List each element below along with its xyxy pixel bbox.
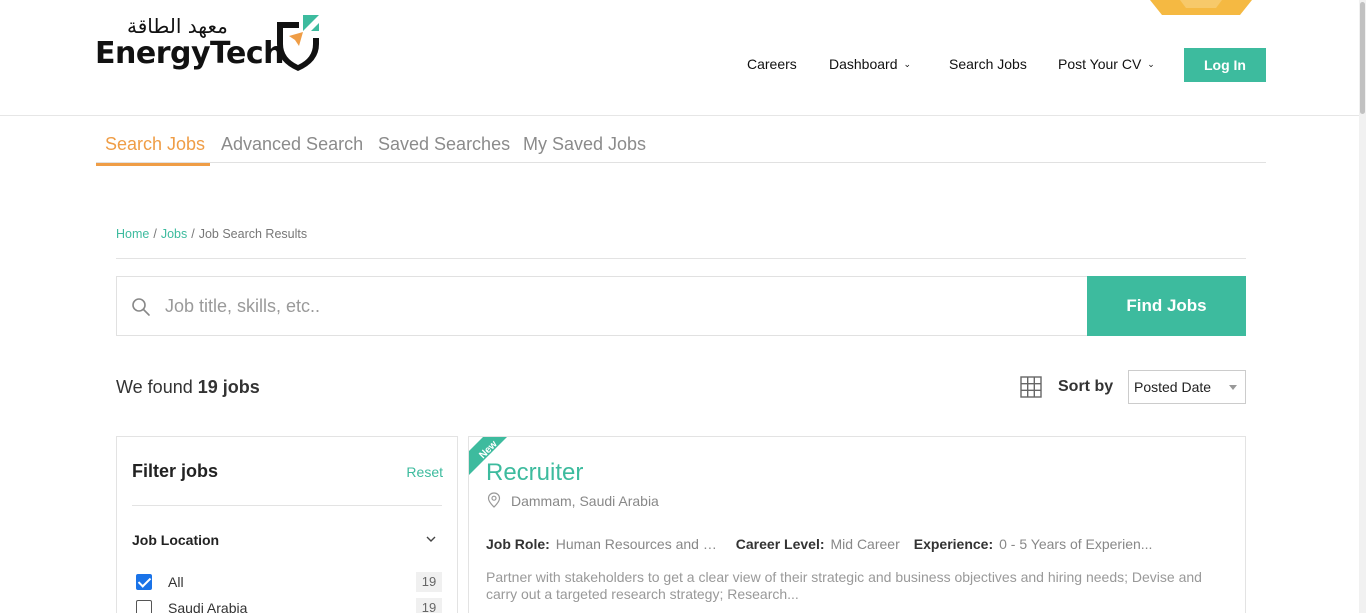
- job-location: Dammam, Saudi Arabia: [511, 493, 659, 509]
- chevron-down-icon: ⌄: [1147, 59, 1155, 69]
- job-card: New Recruiter Dammam, Saudi Arabia Job R…: [468, 436, 1246, 613]
- brand-english-name: EnergyTech: [95, 36, 285, 71]
- tab-saved-searches[interactable]: Saved Searches: [369, 128, 519, 166]
- breadcrumb: Home / Jobs / Job Search Results: [116, 227, 307, 241]
- nav-search-jobs-label: Search Jobs: [949, 56, 1027, 72]
- results-count-value: 19 jobs: [197, 377, 260, 397]
- divider: [116, 258, 1246, 259]
- tab-search-jobs[interactable]: Search Jobs: [96, 128, 210, 166]
- career-level-value: Mid Career: [830, 536, 900, 552]
- filter-option-all[interactable]: All 19: [136, 572, 442, 592]
- sort-selected-value: Posted Date: [1134, 379, 1212, 395]
- chevron-down-icon: ⌄: [903, 59, 912, 69]
- breadcrumb-separator: /: [153, 227, 157, 241]
- breadcrumb-home[interactable]: Home: [116, 227, 149, 241]
- promo-tab-icon[interactable]: [1150, 0, 1252, 15]
- job-description: Partner with stakeholders to get a clear…: [486, 569, 1202, 602]
- results-prefix: We found: [116, 377, 193, 397]
- filter-reset-link[interactable]: Reset: [406, 464, 443, 480]
- scrollbar-thumb[interactable]: [1360, 2, 1365, 114]
- career-level-label: Career Level:: [735, 536, 825, 552]
- shield-logo-icon: [277, 15, 319, 71]
- filter-panel: Filter jobs Reset Job Location All 19 Sa…: [116, 436, 458, 613]
- search-input[interactable]: [165, 277, 1065, 335]
- nav-post-cv-label: Post Your CV: [1058, 56, 1142, 72]
- breadcrumb-current: Job Search Results: [198, 227, 308, 241]
- checkbox-saudi-arabia[interactable]: [136, 600, 152, 613]
- filter-section-title[interactable]: Job Location: [132, 532, 219, 548]
- page-scrollbar[interactable]: [1359, 0, 1366, 613]
- find-jobs-button[interactable]: Find Jobs: [1087, 276, 1246, 336]
- nav-search-jobs[interactable]: Search Jobs: [949, 48, 1027, 82]
- experience-value: 0 - 5 Years of Experien...: [999, 536, 1153, 552]
- job-title-link[interactable]: Recruiter: [486, 459, 583, 487]
- search-box: [116, 276, 1088, 336]
- filter-option-label: Saudi Arabia: [168, 600, 248, 613]
- site-header: معهد الطاقة EnergyTech Careers Dashboard…: [0, 0, 1366, 116]
- nav-dashboard[interactable]: Dashboard ⌄: [829, 48, 911, 82]
- chevron-down-icon[interactable]: [425, 533, 437, 545]
- nav-post-cv[interactable]: Post Your CV ⌄: [1058, 48, 1155, 82]
- results-count: We found 19 jobs: [116, 377, 260, 398]
- search-icon: [132, 298, 150, 316]
- location-pin-icon: [487, 492, 501, 508]
- nav-careers[interactable]: Careers: [747, 48, 797, 82]
- tab-my-saved-jobs[interactable]: My Saved Jobs: [514, 128, 655, 166]
- search-tabs: Search Jobs Advanced Search Saved Search…: [96, 128, 1266, 166]
- divider: [132, 505, 442, 506]
- job-role-value: Human Resources and R...: [555, 536, 722, 552]
- breadcrumb-separator: /: [191, 227, 195, 241]
- checkbox-all[interactable]: [136, 574, 152, 590]
- grid-view-icon[interactable]: [1020, 376, 1042, 398]
- brand-arabic-name: معهد الطاقة: [127, 14, 228, 38]
- nav-careers-label: Careers: [747, 56, 797, 72]
- sort-select[interactable]: Posted Date: [1128, 370, 1246, 404]
- breadcrumb-jobs[interactable]: Jobs: [161, 227, 187, 241]
- brand-logo[interactable]: معهد الطاقة EnergyTech: [95, 14, 325, 74]
- filter-option-saudi-arabia[interactable]: Saudi Arabia 19: [136, 598, 442, 613]
- nav-dashboard-label: Dashboard: [829, 56, 898, 72]
- filter-option-label: All: [168, 574, 184, 590]
- sort-label: Sort by: [1058, 378, 1114, 395]
- filter-title: Filter jobs: [132, 461, 219, 481]
- login-button[interactable]: Log In: [1184, 48, 1266, 82]
- dropdown-arrow-icon: [1229, 385, 1237, 390]
- tab-advanced-search[interactable]: Advanced Search: [212, 128, 372, 166]
- job-role-label: Job Role:: [486, 536, 550, 552]
- experience-label: Experience:: [913, 536, 994, 552]
- filter-option-count: 19: [416, 572, 442, 592]
- filter-option-count: 19: [416, 598, 442, 613]
- job-meta: Job Role: Human Resources and R... Career …: [486, 536, 1166, 552]
